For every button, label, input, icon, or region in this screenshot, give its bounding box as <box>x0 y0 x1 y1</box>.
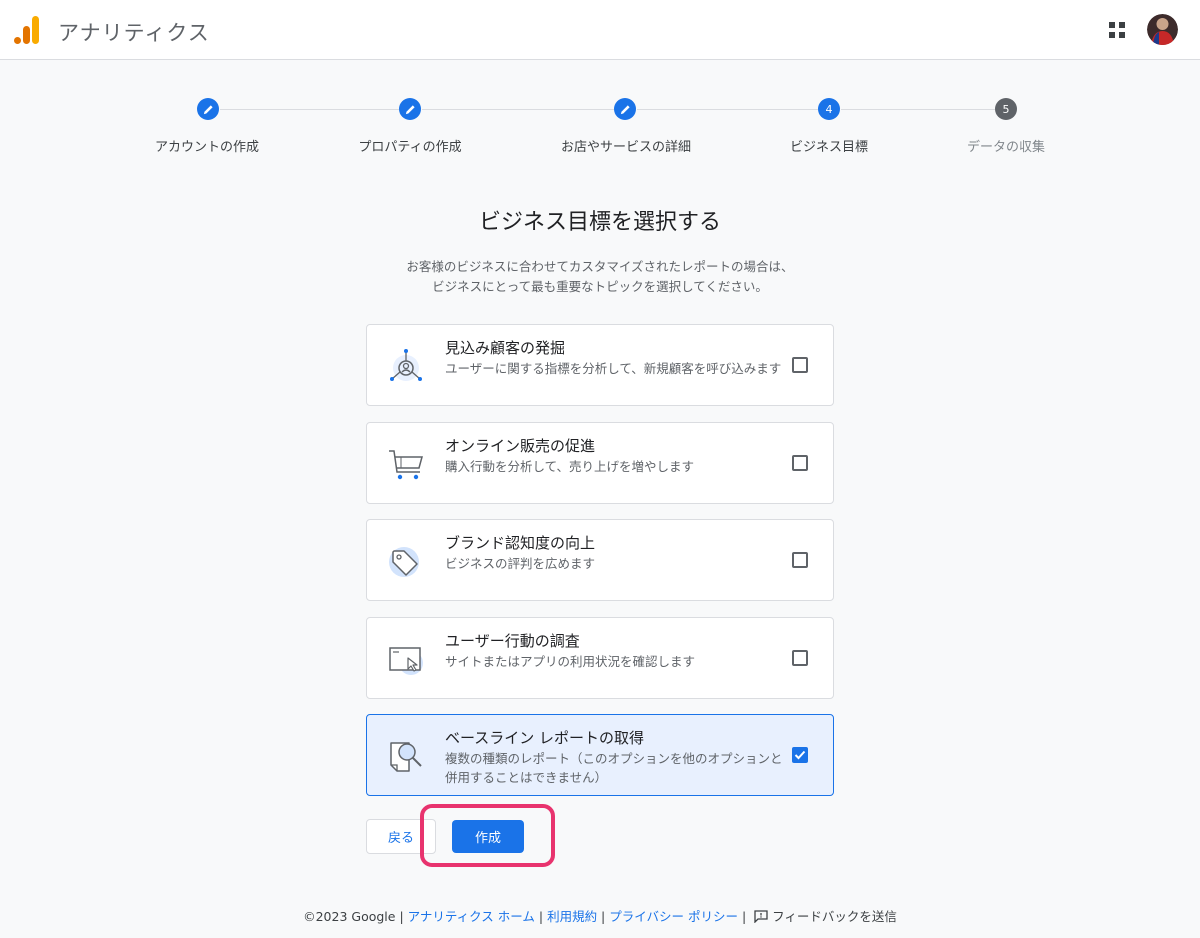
create-button[interactable]: 作成 <box>452 820 524 853</box>
option-checkbox[interactable] <box>792 357 808 373</box>
app-title: アナリティクス <box>58 21 210 45</box>
option-description: サイトまたはアプリの利用状況を確認します <box>445 654 696 669</box>
pencil-icon <box>620 104 630 114</box>
step-3-label: お店やサービスの詳細 <box>560 140 691 155</box>
subtitle-line-1: お客様のビジネスに合わせてカスタマイズされたレポートの場合は、 <box>406 259 794 274</box>
option-checkbox[interactable] <box>792 552 808 568</box>
apps-grid-icon[interactable] <box>1106 19 1128 41</box>
step-2-label: プロパティの作成 <box>358 140 462 155</box>
option-card-user-behavior[interactable]: ユーザー行動の調査 サイトまたはアプリの利用状況を確認します <box>366 617 834 699</box>
option-title: ベースライン レポートの取得 <box>445 729 645 747</box>
option-title: ブランド認知度の向上 <box>445 534 596 552</box>
pencil-icon <box>405 104 415 114</box>
step-connector <box>422 109 614 110</box>
top-bar: アナリティクス <box>0 0 1200 60</box>
option-description: ユーザーに関する指標を分析して、新規顧客を呼び込みます <box>445 361 782 376</box>
step-1-label: アカウントの作成 <box>154 140 259 155</box>
page-title: ビジネス目標を選択する <box>478 210 721 235</box>
option-checkbox-checked[interactable] <box>792 747 808 763</box>
privacy-policy-link[interactable]: プライバシー ポリシー <box>609 909 738 924</box>
option-description: 購入行動を分析して、売り上げを増やします <box>445 459 695 474</box>
step-4-number: 4 <box>818 98 840 120</box>
send-feedback-link[interactable]: フィードバックを送信 <box>754 909 897 924</box>
magnifier-report-icon <box>390 742 422 772</box>
browser-cursor-icon <box>389 647 423 675</box>
step-5-number: 5 <box>995 98 1017 120</box>
option-checkbox[interactable] <box>792 650 808 666</box>
step-connector <box>637 109 818 110</box>
tag-icon <box>389 547 419 577</box>
option-title: オンライン販売の促進 <box>445 437 596 455</box>
feedback-label: フィードバックを送信 <box>772 909 897 924</box>
analytics-home-link[interactable]: アナリティクス ホーム <box>408 909 535 924</box>
lead-generation-icon <box>390 349 422 381</box>
back-button[interactable]: 戻る <box>366 819 436 854</box>
option-card-online-sales[interactable]: オンライン販売の促進 購入行動を分析して、売り上げを増やします <box>366 422 834 504</box>
option-checkbox[interactable] <box>792 455 808 471</box>
checkmark-icon <box>794 750 806 760</box>
step-5-label: データの収集 <box>966 140 1045 155</box>
analytics-logo-icon <box>14 16 39 44</box>
page-subtitle: お客様のビジネスに合わせてカスタマイズされたレポートの場合は、 ビジネスにとって… <box>0 257 1200 297</box>
step-4-label: ビジネス目標 <box>789 140 868 155</box>
feedback-icon <box>754 910 768 923</box>
copyright: ©2023 Google <box>303 909 396 924</box>
shopping-cart-icon <box>389 450 423 480</box>
option-card-baseline-report[interactable]: ベースライン レポートの取得 複数の種類のレポート（このオプションを他のオプショ… <box>366 714 834 796</box>
option-title: 見込み顧客の発掘 <box>445 339 566 357</box>
option-description: ビジネスの評判を広めます <box>445 556 596 571</box>
step-3-done-icon <box>614 98 636 120</box>
step-2-done-icon <box>399 98 421 120</box>
pencil-icon <box>203 104 213 114</box>
option-card-lead-generation[interactable]: 見込み顧客の発掘 ユーザーに関する指標を分析して、新規顧客を呼び込みます <box>366 324 834 406</box>
subtitle-line-2: ビジネスにとって最も重要なトピックを選択してください。 <box>432 279 768 294</box>
option-description: 複数の種類のレポート（このオプションを他のオプションと併用することはできません） <box>445 751 783 785</box>
step-connector <box>220 109 399 110</box>
option-card-brand-awareness[interactable]: ブランド認知度の向上 ビジネスの評判を広めます <box>366 519 834 601</box>
option-title: ユーザー行動の調査 <box>445 632 580 650</box>
footer: ©2023 Google | アナリティクス ホーム | 利用規約 | プライバ… <box>303 909 897 924</box>
step-1-done-icon <box>197 98 219 120</box>
terms-link[interactable]: 利用規約 <box>547 909 597 924</box>
setup-stepper: 4 5 アカウントの作成 プロパティの作成 お店やサービスの詳細 ビジネス目標 … <box>0 96 1200 166</box>
step-connector <box>841 109 995 110</box>
user-avatar[interactable] <box>1147 14 1178 45</box>
